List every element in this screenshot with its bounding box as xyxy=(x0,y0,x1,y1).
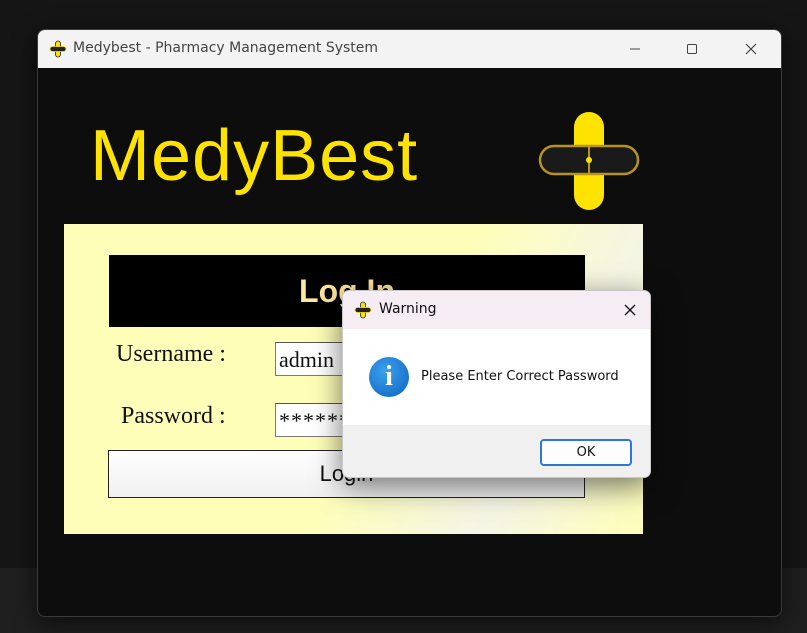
app-cross-icon xyxy=(354,301,372,319)
dialog-message: Please Enter Correct Password xyxy=(421,369,619,384)
ok-button[interactable]: OK xyxy=(540,439,632,466)
window-title: Medybest - Pharmacy Management System xyxy=(73,40,379,56)
minimize-button[interactable] xyxy=(610,30,660,68)
password-label: Password : xyxy=(121,403,226,429)
dialog-title: Warning xyxy=(379,301,437,317)
window-titlebar: Medybest - Pharmacy Management System xyxy=(38,30,781,68)
close-icon xyxy=(624,304,636,316)
close-icon xyxy=(745,43,757,55)
brand-title: MedyBest xyxy=(90,116,419,196)
medybest-logo xyxy=(538,112,640,210)
dialog-close-button[interactable] xyxy=(616,299,644,321)
username-label: Username : xyxy=(116,341,226,367)
warning-dialog: Warning i Please Enter Correct Password … xyxy=(342,290,651,478)
dialog-titlebar: Warning xyxy=(343,291,650,329)
dialog-footer: OK xyxy=(343,425,650,477)
minimize-icon xyxy=(630,48,640,50)
close-button[interactable] xyxy=(726,30,776,68)
info-icon: i xyxy=(369,357,409,397)
app-cross-icon xyxy=(49,40,67,58)
maximize-icon xyxy=(687,44,697,54)
maximize-button[interactable] xyxy=(667,30,717,68)
dialog-body: i Please Enter Correct Password xyxy=(343,329,650,425)
